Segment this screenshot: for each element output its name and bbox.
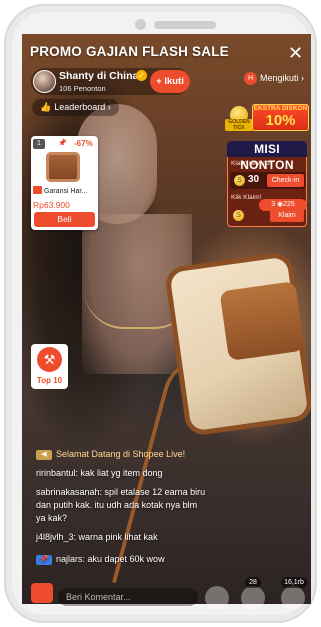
shopping-bag-icon[interactable] — [31, 583, 53, 603]
chat-message: ririnbantul: kak liat yg item dong — [36, 468, 163, 478]
claim-button[interactable]: Klaim — [270, 210, 304, 222]
pin-icon: 📌 — [58, 140, 67, 147]
welcome-text: Selamat Datang di Shopee Live! — [56, 449, 186, 459]
speaker-icon: ◀ — [36, 449, 52, 460]
more-icon[interactable] — [205, 586, 229, 610]
leaderboard-label: Leaderboard — [54, 102, 106, 112]
mission-title: MISI NONTON — [227, 141, 307, 172]
chat-message: j4l8jvlh_3: warna pink lihat kak — [36, 532, 158, 542]
product-discount: -67% — [74, 139, 93, 148]
avatar[interactable] — [33, 70, 56, 93]
product-tag: Garansi Har... — [33, 186, 96, 197]
claim-reward-label: Klaim reward! — [231, 160, 271, 167]
like-count: 28 — [245, 577, 261, 588]
camera-dot — [135, 19, 146, 30]
product-number-badge: 1 — [33, 139, 45, 149]
host-name: Shanty di China — [59, 70, 139, 82]
chat-message-text: najlars: aku dapet 60k wow — [56, 554, 165, 564]
guarantee-icon — [33, 186, 42, 194]
claim-coin-value: 30 — [248, 174, 260, 185]
checkin-button[interactable]: Check-in — [267, 174, 304, 187]
share-count: 16,1rb — [281, 577, 307, 588]
chat-message: ya kak? — [36, 513, 68, 523]
extra-discount-label: EKSTRA DISKON — [253, 105, 308, 112]
buy-button[interactable]: Beli — [34, 212, 95, 227]
verified-icon: ✓ — [136, 70, 147, 81]
pin-badge-icon: 📌 — [36, 554, 52, 565]
chat-message: sabrinakasanah: spil etalase 12 earna bi… — [36, 487, 206, 497]
coin-icon: S — [234, 175, 245, 186]
golden-ticket-label: GOLDEN TICK — [225, 119, 253, 131]
product-tag-label: Garansi Har... — [44, 188, 88, 195]
product-price: Rp63.900 — [33, 200, 70, 210]
chevron-right-icon: › — [107, 102, 111, 112]
viewer-count: 106 Penonton — [59, 84, 106, 93]
follow-button[interactable]: + Ikuti — [150, 70, 190, 93]
following-button[interactable]: H Mengikuti › — [244, 72, 304, 88]
coin-icon-2: S — [233, 210, 244, 221]
chat-message: dan putih kak. itu udh ada kotak nya blm — [36, 500, 198, 510]
leaderboard-button[interactable]: 👍 Leaderboard › — [32, 99, 119, 116]
like-icon[interactable] — [281, 586, 305, 610]
following-label: Mengikuti — [260, 72, 299, 83]
chat-message-pinned: 📌 najlars: aku dapet 60k wow — [36, 553, 165, 565]
share-icon[interactable] — [241, 586, 265, 610]
extra-discount-value: 10% — [265, 112, 296, 129]
welcome-message: ◀ Selamat Datang di Shopee Live! — [36, 447, 185, 461]
product-image[interactable] — [46, 152, 80, 182]
golden-ticket-badge[interactable]: GOLDEN TICK — [225, 104, 253, 132]
stream-title: PROMO GAJIAN FLASH SALE — [30, 44, 229, 59]
following-icon: H — [244, 72, 257, 85]
close-icon[interactable]: ✕ — [288, 44, 303, 62]
handbag-flap — [219, 281, 305, 361]
click-claim-label: Klik Klaim! — [231, 194, 262, 201]
thumbs-up-icon: 👍 — [40, 102, 52, 112]
speaker-grille — [154, 21, 216, 29]
top10-label: Top 10 — [36, 376, 63, 385]
comment-input[interactable]: Beri Komentar... — [58, 588, 198, 606]
gavel-icon: ⚒ — [37, 347, 62, 372]
